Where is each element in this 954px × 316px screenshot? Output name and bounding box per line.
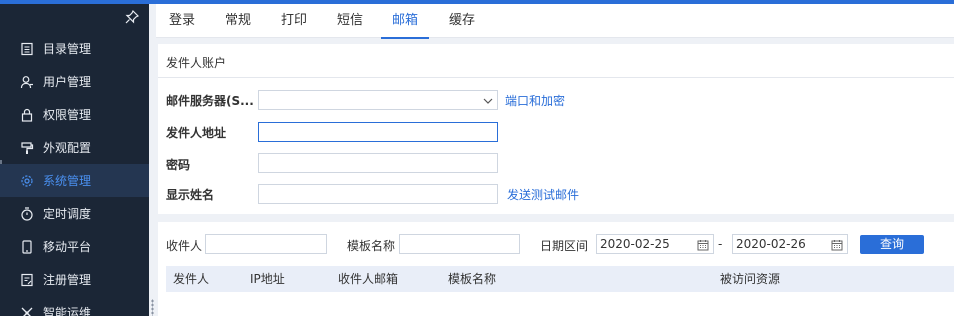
sidebar-item-appearance[interactable]: 外观配置 <box>0 131 149 164</box>
sidebar-item-ops[interactable]: 智能运维 <box>0 296 149 316</box>
column-header[interactable]: 模板名称 <box>448 266 496 292</box>
tab-print[interactable]: 打印 <box>280 4 308 38</box>
tab-mail[interactable]: 邮箱 <box>381 4 429 39</box>
sidebar-item-permissions[interactable]: 权限管理 <box>0 98 149 131</box>
tab-login[interactable]: 登录 <box>168 4 196 38</box>
sidebar: 目录管理 用户管理 权限管理 外观配置 系统管理 定时调度 移动平台 注册管理 <box>0 4 149 316</box>
port-encryption-link[interactable]: 端口和加密 <box>505 92 565 109</box>
recipient-label: 收件人 <box>166 239 203 253</box>
sidebar-item-users[interactable]: 用户管理 <box>0 65 149 98</box>
recipient-input[interactable] <box>205 234 327 254</box>
mail-server-select[interactable] <box>258 90 498 110</box>
query-button[interactable]: 查询 <box>860 235 924 254</box>
sidebar-item-system[interactable]: 系统管理 <box>0 164 149 197</box>
settings-tabs: 登录 常规 打印 短信 邮箱 缓存 <box>156 4 954 39</box>
calendar-icon[interactable] <box>831 238 843 251</box>
template-name-input[interactable] <box>399 234 520 254</box>
date-to-value: 2020-02-26 <box>736 237 806 251</box>
chevron-down-icon <box>483 95 493 105</box>
table-header: 发件人 IP地址 收件人邮箱 模板名称 被访问资源 <box>166 266 954 292</box>
sidebar-item-registration[interactable]: 注册管理 <box>0 263 149 296</box>
appearance-icon <box>20 141 34 155</box>
pin-icon[interactable] <box>125 9 140 24</box>
sidebar-splitter[interactable] <box>149 4 156 316</box>
register-icon <box>20 273 34 287</box>
sender-account-panel: 发件人账户 邮件服务器(S... 端口和加密 发件人地址 密码 显示姓名 发送测… <box>158 44 954 214</box>
user-icon <box>20 75 34 89</box>
date-from-value: 2020-02-25 <box>600 237 670 251</box>
ops-icon <box>20 306 34 316</box>
drag-handle-icon[interactable] <box>151 299 154 316</box>
sidebar-item-scheduler[interactable]: 定时调度 <box>0 197 149 230</box>
section-title: 发件人账户 <box>166 56 227 70</box>
sidebar-item-label: 用户管理 <box>43 75 92 89</box>
column-header[interactable]: IP地址 <box>250 266 285 292</box>
sidebar-item-label: 智能运维 <box>43 306 92 316</box>
tab-cache[interactable]: 缓存 <box>448 4 476 38</box>
tab-general[interactable]: 常规 <box>224 4 252 38</box>
mail-server-label: 邮件服务器(S... <box>166 94 254 108</box>
mail-log-panel: 收件人 模板名称 日期区间 2020-02-25 - 2020-02-26 查询… <box>158 222 954 316</box>
password-label: 密码 <box>166 158 191 172</box>
column-header[interactable]: 被访问资源 <box>720 266 780 292</box>
mobile-icon <box>20 239 34 254</box>
sidebar-item-label: 定时调度 <box>43 207 92 221</box>
tab-sms[interactable]: 短信 <box>336 4 364 38</box>
display-name-label: 显示姓名 <box>166 188 215 202</box>
catalog-icon <box>20 42 34 56</box>
calendar-icon[interactable] <box>697 238 709 251</box>
sidebar-item-label: 注册管理 <box>43 273 92 287</box>
date-range-label: 日期区间 <box>540 239 589 253</box>
password-field[interactable] <box>258 153 498 173</box>
send-test-mail-link[interactable]: 发送测试邮件 <box>507 186 579 203</box>
lock-icon <box>20 108 34 122</box>
sidebar-item-label: 移动平台 <box>43 240 92 254</box>
divider <box>158 77 954 78</box>
display-name-field[interactable] <box>258 184 498 204</box>
template-name-label: 模板名称 <box>347 239 396 253</box>
date-from-field[interactable]: 2020-02-25 <box>596 234 714 254</box>
gear-icon <box>20 174 34 188</box>
timer-icon <box>20 206 34 221</box>
sender-address-label: 发件人地址 <box>166 126 227 140</box>
sidebar-item-label: 目录管理 <box>43 42 92 56</box>
sidebar-item-mobile[interactable]: 移动平台 <box>0 230 149 263</box>
column-header[interactable]: 收件人邮箱 <box>338 266 398 292</box>
date-to-field[interactable]: 2020-02-26 <box>732 234 848 254</box>
sidebar-item-label: 权限管理 <box>43 108 92 122</box>
sidebar-item-label: 外观配置 <box>43 141 92 155</box>
sender-address-field[interactable] <box>258 122 498 142</box>
sidebar-item-label: 系统管理 <box>43 174 92 188</box>
column-header[interactable]: 发件人 <box>173 266 209 292</box>
sidebar-item-catalog[interactable]: 目录管理 <box>0 32 149 65</box>
date-separator: - <box>718 237 723 251</box>
